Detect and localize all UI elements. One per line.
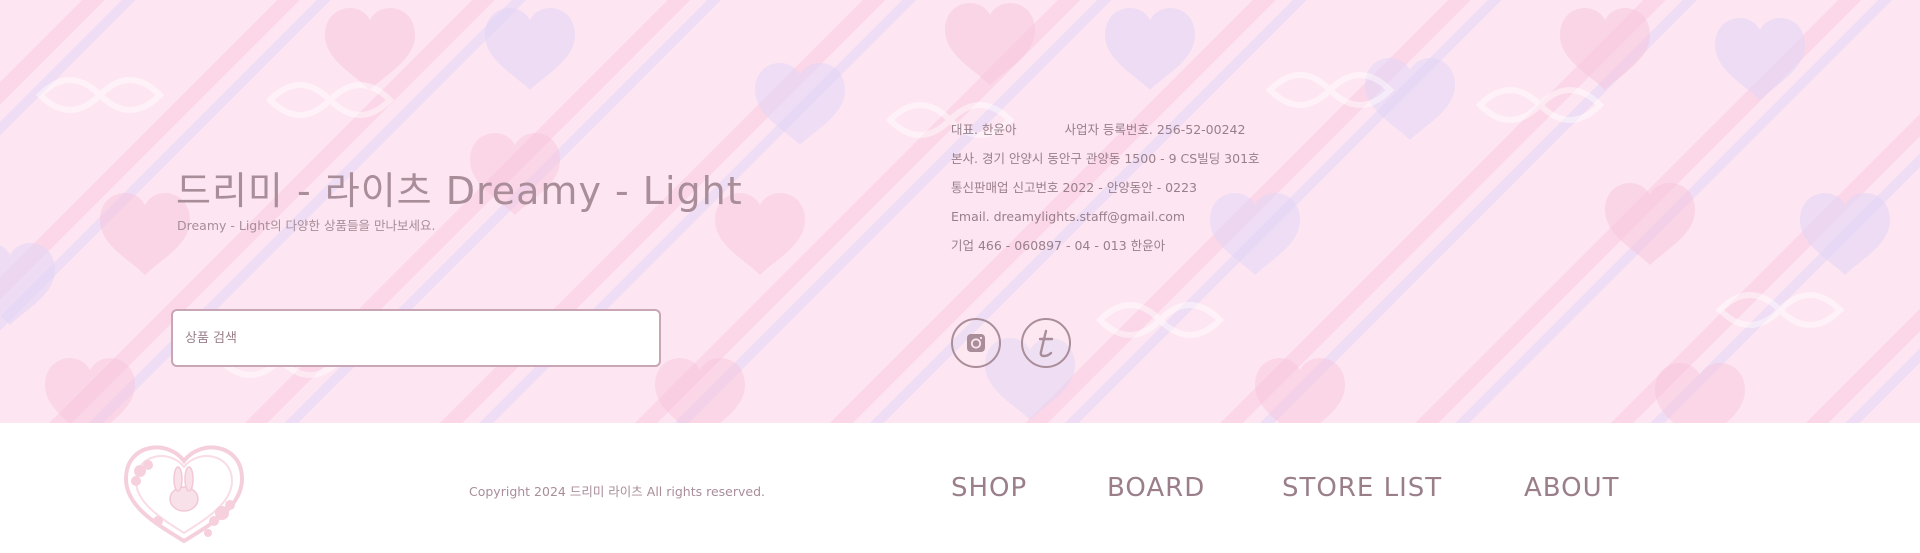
business-number-text: 사업자 등록번호. 256-52-00242: [1064, 122, 1246, 137]
bunny-heart-logo-icon: [123, 445, 245, 544]
search-input[interactable]: [185, 330, 659, 346]
tumblr-link[interactable]: [1021, 318, 1071, 368]
mail-order-number-text: 통신판매업 신고번호 2022 - 안양동안 - 0223: [951, 180, 1197, 195]
brand-title: 드리미 - 라이츠 Dreamy - Light: [176, 169, 743, 213]
address-text: 본사. 경기 안양시 동안구 관양동 1500 - 9 CS빌딩 301호: [951, 151, 1260, 166]
nav-store-list-link[interactable]: STORE LIST: [1282, 473, 1442, 503]
brand-subtitle: Dreamy - Light의 다양한 상품들을 만나보세요.: [177, 218, 436, 233]
nav-board-link[interactable]: BOARD: [1107, 473, 1205, 503]
tumblr-icon: [1038, 329, 1054, 358]
nav-about-link[interactable]: ABOUT: [1524, 473, 1620, 503]
instagram-link[interactable]: [951, 318, 1001, 368]
representative-text: 대표. 한윤아: [951, 122, 1017, 137]
site-footer: Copyright 2024 드리미 라이츠 All rights reserv…: [0, 423, 1920, 553]
nav-shop-link[interactable]: SHOP: [951, 473, 1027, 503]
footer-info-section: 드리미 - 라이츠 Dreamy - Light Dreamy - Light의…: [0, 0, 1920, 423]
instagram-icon: [967, 334, 985, 352]
copyright-text: Copyright 2024 드리미 라이츠 All rights reserv…: [469, 484, 766, 499]
company-info: 대표. 한윤아 사업자 등록번호. 256-52-00242 본사. 경기 안양시…: [951, 120, 1260, 265]
account-text: 기업 466 - 060897 - 04 - 013 한윤아: [951, 238, 1166, 253]
email-text: Email. dreamylights.staff@gmail.com: [951, 209, 1186, 224]
company-info-row-1: 대표. 한윤아 사업자 등록번호. 256-52-00242: [951, 120, 1260, 149]
search-box[interactable]: [171, 309, 661, 367]
